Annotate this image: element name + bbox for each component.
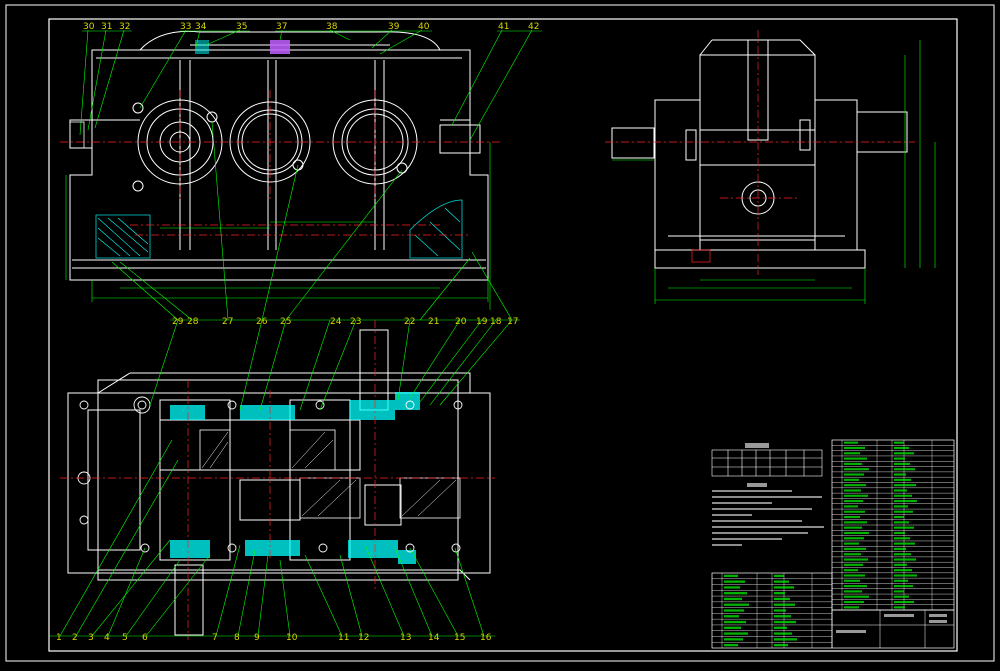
balloon-label: 13 — [400, 633, 411, 643]
balloon-label: 24 — [330, 317, 342, 327]
balloon-labels-middle: 29 28 27 26 25 24 23 22 21 20 19 18 17 — [172, 317, 518, 327]
balloon-label: 3 — [88, 633, 94, 643]
balloon-label: 35 — [236, 22, 247, 32]
balloon-label: 2 — [72, 633, 78, 643]
balloon-label: 26 — [256, 317, 268, 327]
plan-view — [50, 319, 513, 640]
balloon-label: 33 — [180, 22, 191, 32]
balloon-label: 17 — [507, 317, 518, 327]
balloon-label: 6 — [142, 633, 148, 643]
gear-reducer-assembly-drawing: 30 31 32 33 34 35 37 38 39 40 41 42 29 28 27 26 25 24 23 2… — [5, 4, 995, 662]
balloon-label: 41 — [498, 22, 509, 32]
balloon-label: 4 — [104, 633, 110, 643]
balloon-label: 11 — [338, 633, 349, 643]
balloon-label: 37 — [276, 22, 287, 32]
balloon-label: 30 — [83, 22, 95, 32]
balloon-label: 31 — [101, 22, 112, 32]
balloon-label: 21 — [428, 317, 439, 327]
balloon-labels-bottom: 1 2 3 4 5 6 7 8 9 10 11 12 13 14 15 16 — [56, 633, 492, 643]
bill-of-materials — [711, 439, 955, 649]
technical-requirements-notes — [712, 483, 824, 546]
technical-characteristics-table — [711, 443, 823, 477]
balloon-label: 5 — [122, 633, 128, 643]
balloon-label: 12 — [358, 633, 369, 643]
balloon-label: 16 — [480, 633, 492, 643]
balloon-label: 14 — [428, 633, 440, 643]
balloon-label: 29 — [172, 317, 184, 327]
balloon-label: 28 — [187, 317, 199, 327]
balloon-label: 23 — [350, 317, 361, 327]
balloon-label: 25 — [280, 317, 291, 327]
cad-drawing-sheet: 30 31 32 33 34 35 37 38 39 40 41 42 29 28 27 26 25 24 23 2… — [0, 0, 1000, 666]
balloon-label: 39 — [388, 22, 400, 32]
balloon-label: 32 — [119, 22, 130, 32]
balloon-label: 27 — [222, 317, 233, 327]
balloon-label: 19 — [476, 317, 488, 327]
balloon-label: 15 — [454, 633, 465, 643]
balloon-labels-top: 30 31 32 33 34 35 37 38 39 40 41 42 — [83, 22, 539, 32]
balloon-label: 34 — [195, 22, 207, 32]
balloon-label: 9 — [254, 633, 260, 643]
outer-border — [5, 4, 995, 662]
balloon-label: 1 — [56, 633, 62, 643]
balloon-label: 38 — [326, 22, 338, 32]
side-view — [605, 30, 936, 304]
balloon-label: 18 — [490, 317, 502, 327]
balloon-label: 8 — [234, 633, 240, 643]
balloon-label: 20 — [455, 317, 467, 327]
front-view — [60, 29, 542, 321]
balloon-label: 10 — [286, 633, 298, 643]
title-block — [831, 609, 955, 649]
balloon-label: 40 — [418, 22, 430, 32]
balloon-label: 22 — [404, 317, 415, 327]
balloon-label: 42 — [528, 22, 539, 32]
balloon-label: 7 — [212, 633, 218, 643]
